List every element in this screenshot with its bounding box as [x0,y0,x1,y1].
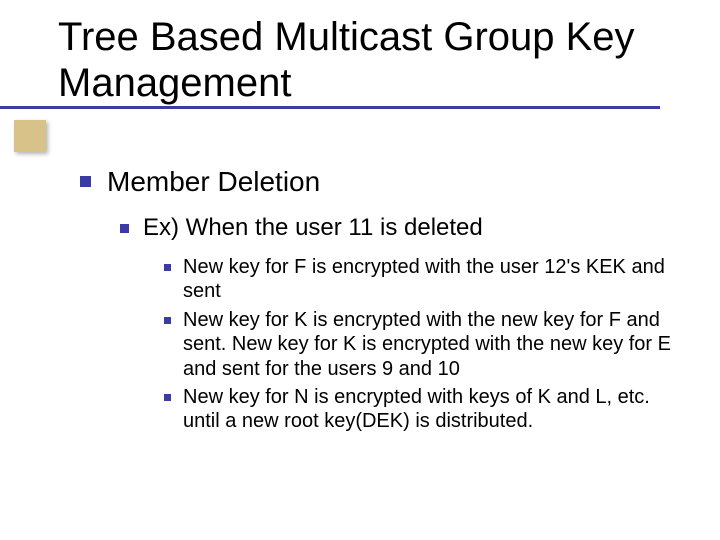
bullet-level3: New key for F is encrypted with the user… [164,255,680,304]
level1-text: Member Deletion [107,164,320,199]
accent-square [14,120,46,152]
square-bullet-icon [164,394,171,401]
level3-text: New key for F is encrypted with the user… [183,255,680,304]
slide: Tree Based Multicast Group Key Managemen… [0,0,720,540]
bullet-level1: Member Deletion [80,164,680,199]
bullet-level3: New key for K is encrypted with the new … [164,308,680,381]
square-bullet-icon [120,224,129,233]
body-content: Member Deletion Ex) When the user 11 is … [80,164,680,438]
level3-text: New key for K is encrypted with the new … [183,308,680,381]
level3-text: New key for N is encrypted with keys of … [183,385,680,434]
bullet-level3: New key for N is encrypted with keys of … [164,385,680,434]
slide-title: Tree Based Multicast Group Key Managemen… [58,14,678,106]
square-bullet-icon [80,176,91,187]
level2-text: Ex) When the user 11 is deleted [143,213,483,243]
square-bullet-icon [164,317,171,324]
square-bullet-icon [164,264,171,271]
bullet-level2: Ex) When the user 11 is deleted [120,213,680,243]
title-block: Tree Based Multicast Group Key Managemen… [58,14,678,106]
title-underline [0,106,660,109]
